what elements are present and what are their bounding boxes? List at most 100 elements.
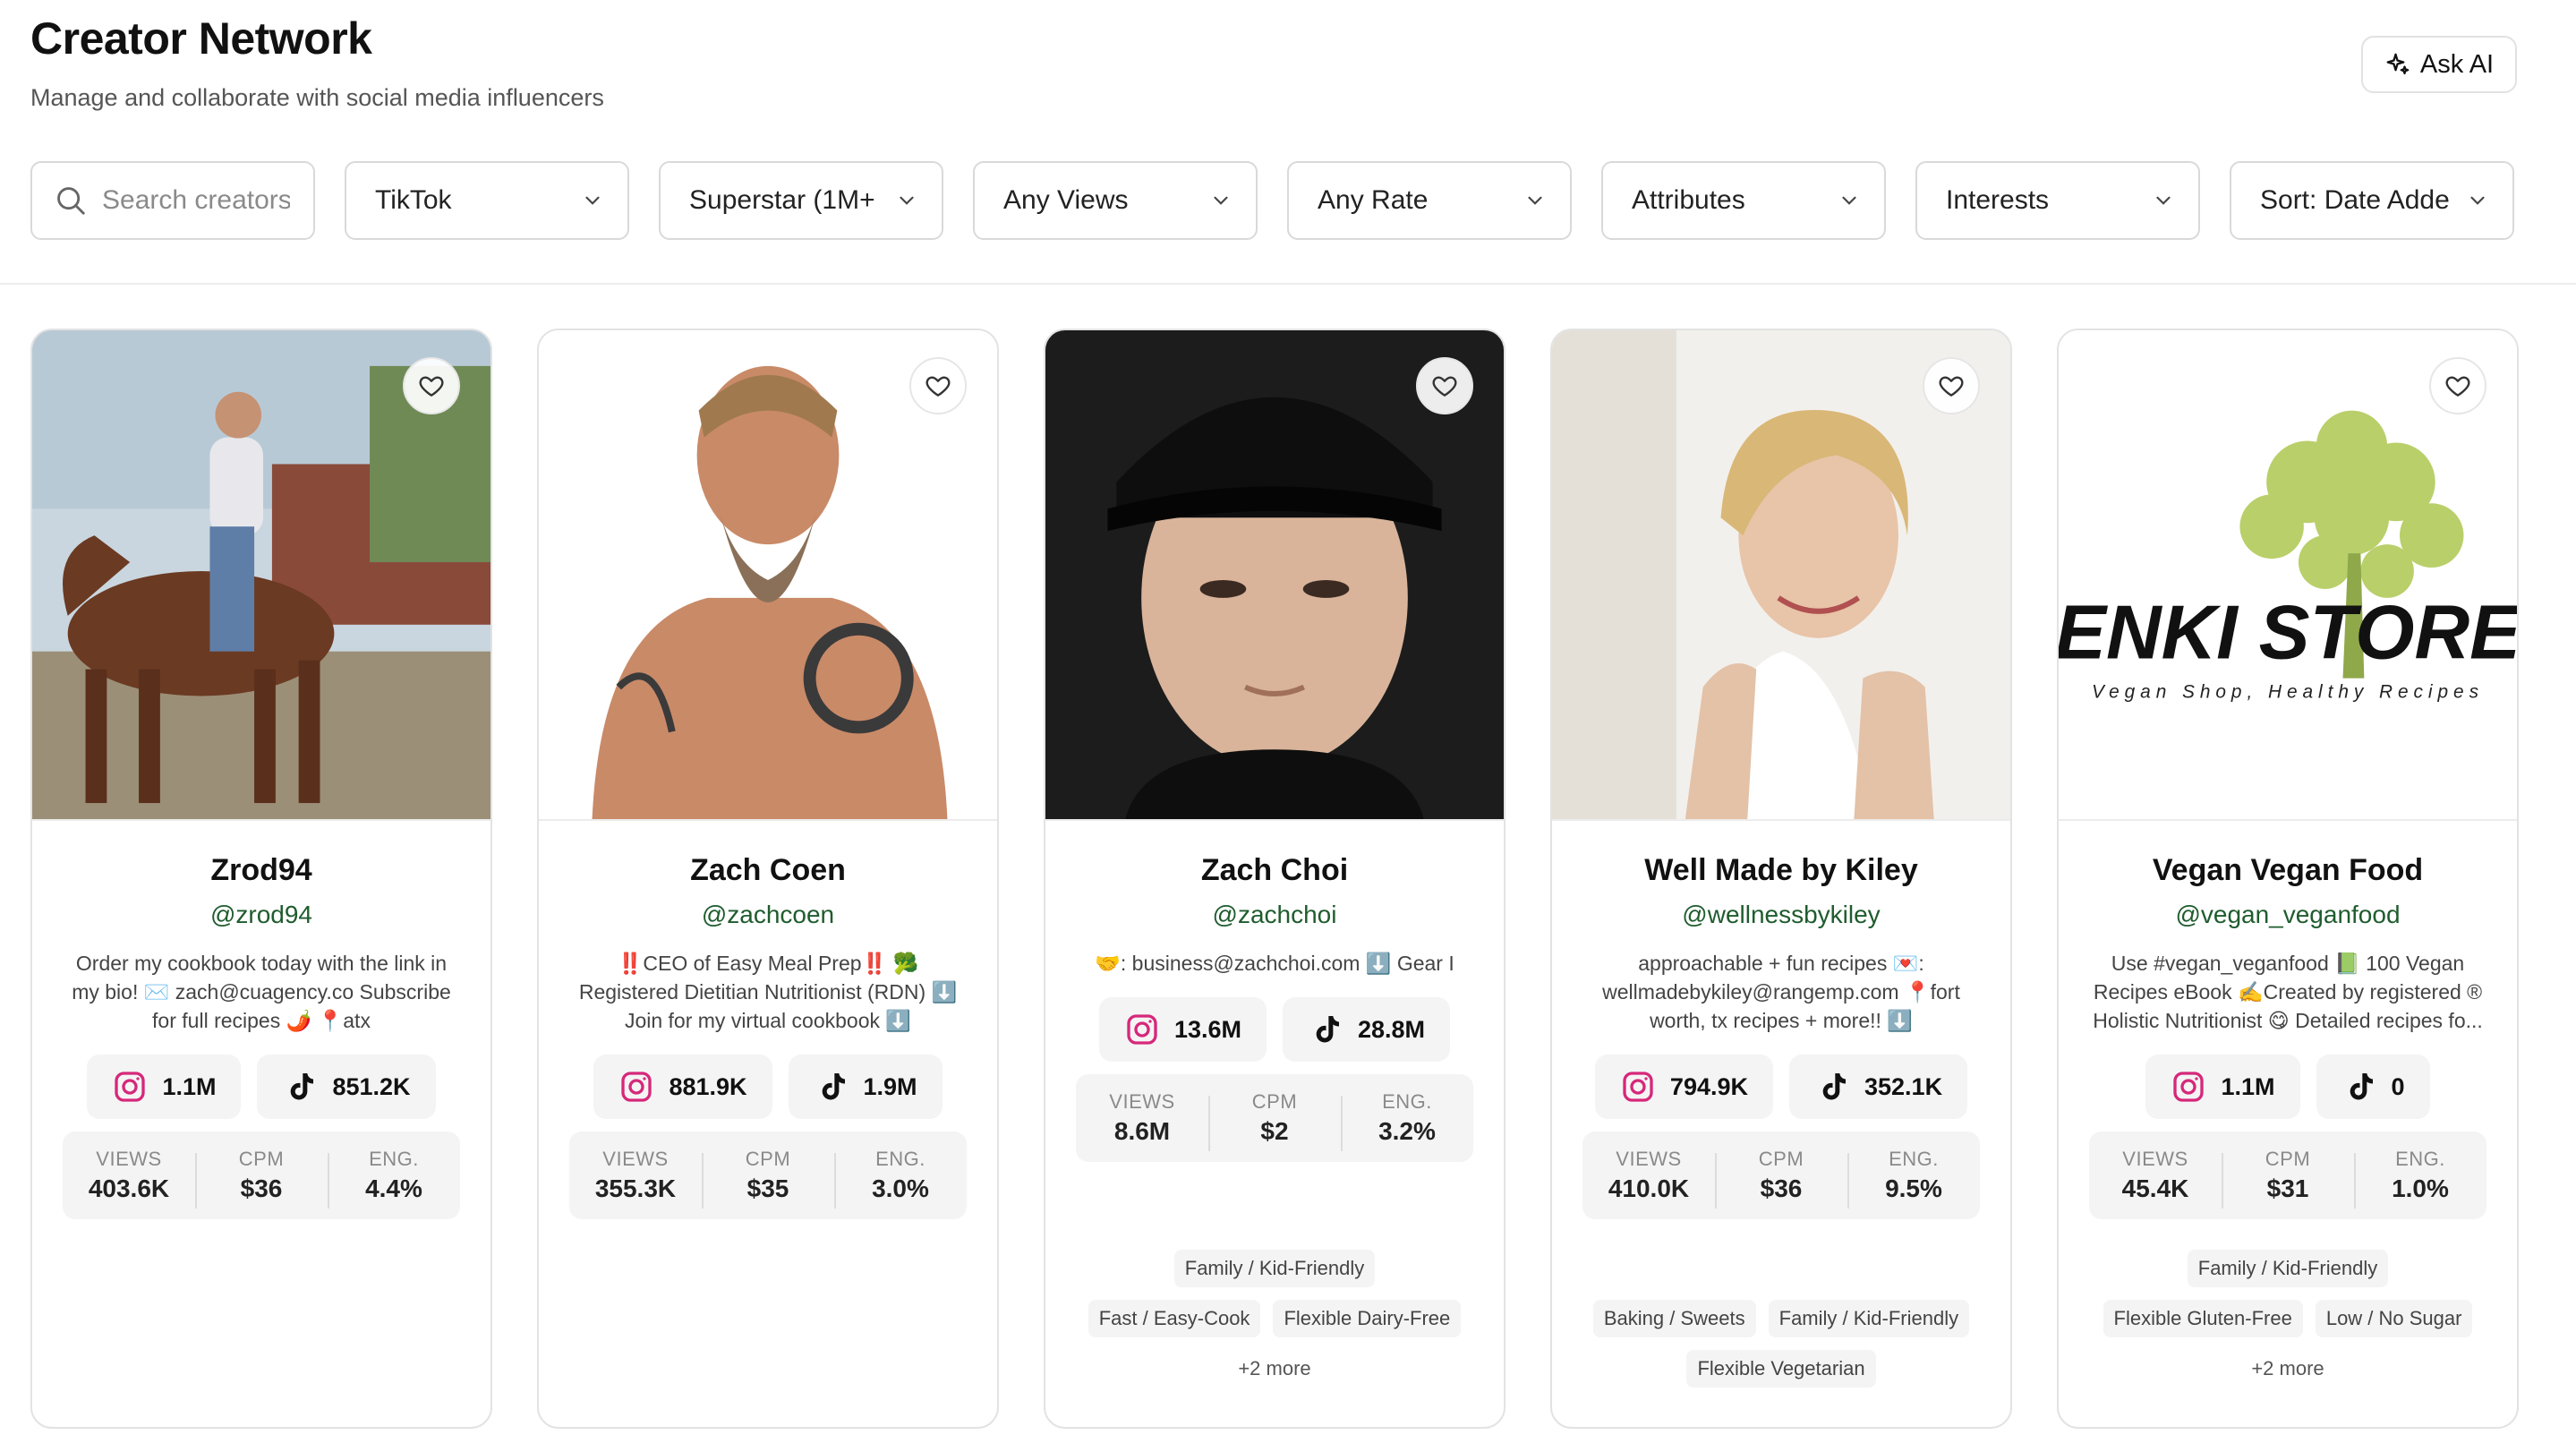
tiktok-followers: 851.2K xyxy=(332,1072,411,1100)
tiktok-followers: 28.8M xyxy=(1358,1015,1426,1043)
engagement-label: ENG. xyxy=(369,1148,419,1170)
interest-tags: Baking / Sweets Family / Kid-Friendly Fle… xyxy=(1570,1300,1992,1388)
instagram-followers: 881.9K xyxy=(669,1072,747,1100)
heart-icon xyxy=(925,376,951,397)
instagram-stat[interactable]: 881.9K xyxy=(593,1055,772,1119)
sort-select[interactable]: Sort: Date Adde xyxy=(2230,161,2514,240)
ask-ai-button[interactable]: Ask AI xyxy=(2361,36,2517,93)
instagram-followers: 794.9K xyxy=(1669,1072,1748,1100)
cpm-metric: CPM $35 xyxy=(702,1148,834,1209)
views-label: VIEWS xyxy=(2122,1148,2188,1170)
creator-handle[interactable]: @vegan_veganfood xyxy=(2059,901,2517,929)
creator-bio: ‼️CEO of Easy Meal Prep‼️ 🥦 Registered D… xyxy=(578,952,958,1032)
creator-name: Zach Coen xyxy=(690,853,846,887)
interests-select-value: Interests xyxy=(1946,185,2050,215)
engagement-value: 9.5% xyxy=(1885,1174,1942,1202)
creator-card[interactable]: Zach Choi @zachchoi 🤝: business@zachchoi… xyxy=(1044,329,1506,1429)
views-label: VIEWS xyxy=(96,1148,162,1170)
interest-tag: Family / Kid-Friendly xyxy=(2187,1250,2389,1287)
cpm-label: CPM xyxy=(238,1148,285,1170)
platform-select-value: TikTok xyxy=(375,185,452,215)
creator-bio: approachable + fun recipes 💌: wellmadeby… xyxy=(1602,952,1960,1032)
chevron-down-icon xyxy=(900,196,914,205)
platform-select[interactable]: TikTok xyxy=(345,161,629,240)
creator-bio: Order my cookbook today with the link in… xyxy=(72,952,451,1032)
interest-tag: Flexible Dairy-Free xyxy=(1273,1300,1462,1337)
metrics-panel: VIEWS 355.3K CPM $35 ENG. 3.0% xyxy=(569,1132,967,1219)
heart-icon xyxy=(2445,376,2470,397)
creator-photo xyxy=(539,330,997,821)
views-metric: VIEWS 403.6K xyxy=(63,1148,195,1203)
interest-tag: Fast / Easy-Cook xyxy=(1088,1300,1261,1337)
creator-handle[interactable]: @zachchoi xyxy=(1045,901,1504,929)
creator-card[interactable]: ENKI STORE Vegan Shop, Healthy Recipes V… xyxy=(2057,329,2519,1429)
favorite-button[interactable] xyxy=(909,357,967,414)
cpm-metric: CPM $36 xyxy=(195,1148,328,1209)
instagram-stat[interactable]: 13.6M xyxy=(1098,997,1267,1062)
metrics-panel: VIEWS 410.0K CPM $36 ENG. 9.5% xyxy=(1582,1132,1980,1219)
metrics-panel: VIEWS 8.6M CPM $2 ENG. 3.2% xyxy=(1076,1074,1473,1162)
page-subtitle: Manage and collaborate with social media… xyxy=(30,84,604,111)
views-metric: VIEWS 410.0K xyxy=(1582,1148,1715,1203)
search-placeholder: Search creators xyxy=(102,185,290,215)
interest-tag: Flexible Vegetarian xyxy=(1686,1350,1876,1388)
views-select[interactable]: Any Views xyxy=(973,161,1258,240)
instagram-stat[interactable]: 1.1M xyxy=(2145,1055,2300,1119)
creator-photo xyxy=(1552,330,2010,821)
views-metric: VIEWS 8.6M xyxy=(1076,1090,1208,1146)
tiktok-icon xyxy=(1316,1016,1339,1043)
page-header: Creator Network Manage and collaborate w… xyxy=(0,0,2576,285)
favorite-button[interactable] xyxy=(1416,357,1473,414)
search-input[interactable]: Search creators xyxy=(30,161,315,240)
tiktok-stat[interactable]: 851.2K xyxy=(257,1055,436,1119)
social-stats: 1.1M 851.2K xyxy=(32,1055,490,1119)
cpm-metric: CPM $2 xyxy=(1208,1090,1341,1151)
cpm-label: CPM xyxy=(1251,1090,1298,1113)
creator-handle[interactable]: @zachcoen xyxy=(539,901,997,929)
views-value: 403.6K xyxy=(88,1174,170,1202)
tiktok-followers: 352.1K xyxy=(1864,1072,1943,1100)
more-tags-link[interactable]: +2 more xyxy=(2240,1350,2334,1388)
creator-handle[interactable]: @wellnessbykiley xyxy=(1552,901,2010,929)
instagram-icon xyxy=(1623,1072,1653,1102)
tiktok-icon xyxy=(291,1073,314,1100)
more-tags-link[interactable]: +2 more xyxy=(1227,1350,1321,1388)
sort-select-value: Sort: Date Adde xyxy=(2260,185,2450,215)
cpm-value: $36 xyxy=(1760,1174,1803,1202)
interests-select[interactable]: Interests xyxy=(1915,161,2200,240)
creator-card[interactable]: Zach Coen @zachcoen ‼️CEO of Easy Meal P… xyxy=(537,329,999,1429)
social-stats: 1.1M 0 xyxy=(2059,1055,2517,1119)
creator-handle[interactable]: @zrod94 xyxy=(32,901,490,929)
chevron-down-icon xyxy=(2470,196,2485,205)
chevron-down-icon xyxy=(1214,196,1228,205)
views-label: VIEWS xyxy=(1616,1148,1682,1170)
cpm-value: $35 xyxy=(746,1174,789,1202)
favorite-button[interactable] xyxy=(1923,357,1980,414)
filter-bar: Search creators TikTok Superstar (1M+ An… xyxy=(30,161,2514,240)
creator-photo: ENKI STORE Vegan Shop, Healthy Recipes xyxy=(2059,330,2517,821)
tiktok-stat[interactable]: 1.9M xyxy=(788,1055,943,1119)
tiktok-stat[interactable]: 352.1K xyxy=(1789,1055,1968,1119)
views-label: VIEWS xyxy=(602,1148,669,1170)
creator-card[interactable]: Zrod94 @zrod94 Order my cookbook today w… xyxy=(30,329,492,1429)
tiktok-stat[interactable]: 0 xyxy=(2316,1055,2430,1119)
metrics-panel: VIEWS 45.4K CPM $31 ENG. 1.0% xyxy=(2089,1132,2486,1219)
tier-select[interactable]: Superstar (1M+ xyxy=(659,161,943,240)
tiktok-stat[interactable]: 28.8M xyxy=(1283,997,1451,1062)
favorite-button[interactable] xyxy=(2429,357,2486,414)
creator-bio: 🤝: business@zachchoi.com ⬇️ Gear I use: xyxy=(1095,952,1454,975)
heart-icon xyxy=(1939,376,1964,397)
favorite-button[interactable] xyxy=(403,357,460,414)
instagram-stat[interactable]: 794.9K xyxy=(1594,1055,1773,1119)
chevron-down-icon xyxy=(585,196,600,205)
views-metric: VIEWS 355.3K xyxy=(569,1148,702,1203)
engagement-value: 4.4% xyxy=(365,1174,422,1202)
instagram-followers: 1.1M xyxy=(162,1072,217,1100)
tiktok-icon xyxy=(1822,1073,1846,1100)
instagram-stat[interactable]: 1.1M xyxy=(87,1055,242,1119)
attributes-select[interactable]: Attributes xyxy=(1601,161,1886,240)
instagram-icon xyxy=(1127,1014,1157,1045)
rate-select[interactable]: Any Rate xyxy=(1287,161,1572,240)
engagement-label: ENG. xyxy=(2395,1148,2445,1170)
creator-card[interactable]: Well Made by Kiley @wellnessbykiley appr… xyxy=(1550,329,2012,1429)
